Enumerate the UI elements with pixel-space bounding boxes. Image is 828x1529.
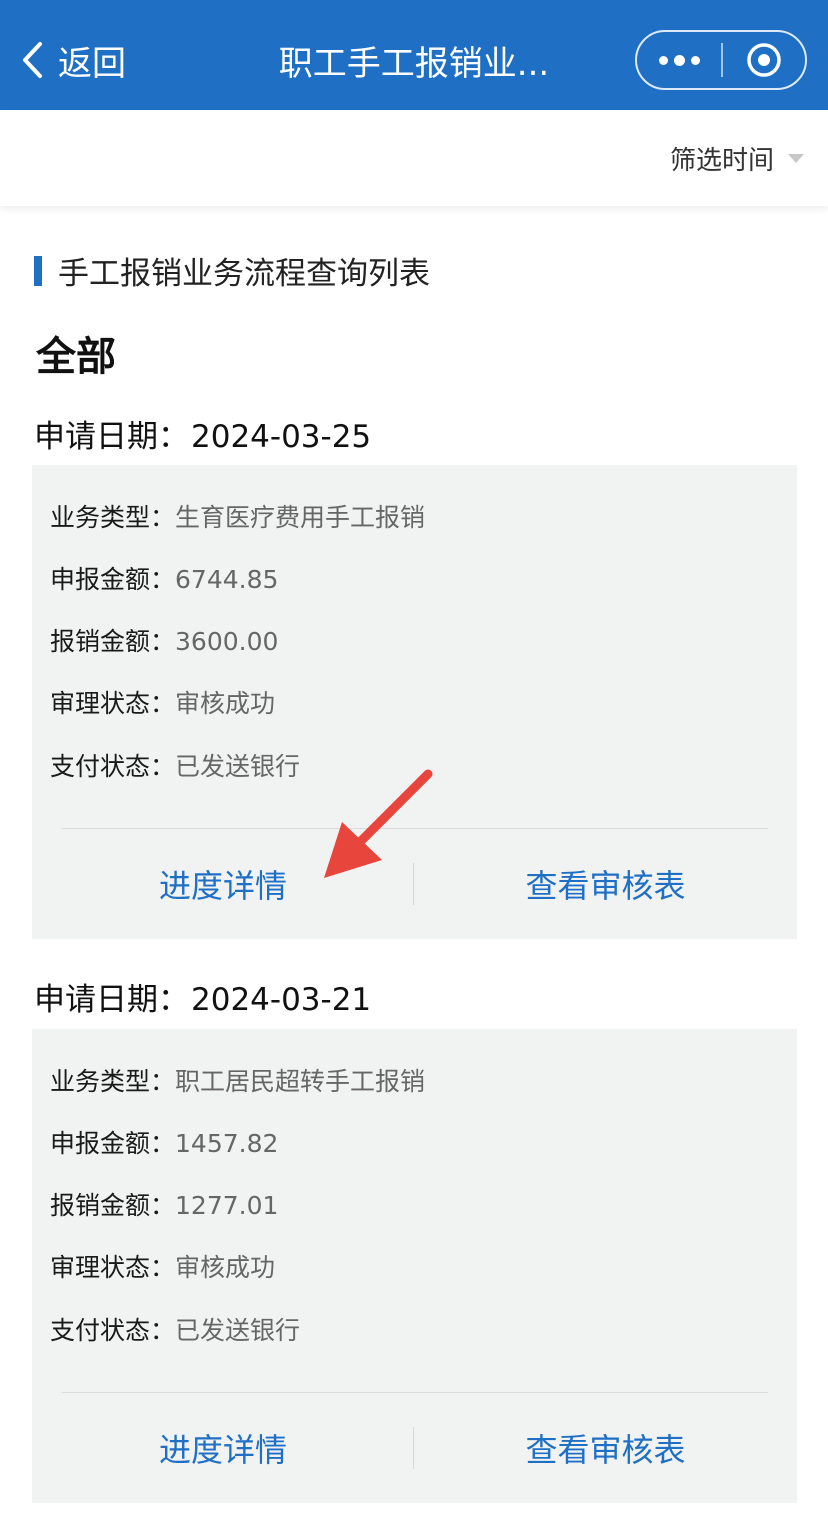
- field-key: 业务类型：: [50, 1067, 176, 1096]
- field-declared-amount: 申报金额：1457.82: [50, 1124, 278, 1160]
- field-value: 职工居民超转手工报销: [175, 1067, 426, 1096]
- apply-date-label: 申请日期：: [34, 982, 189, 1018]
- field-value: 审核成功: [175, 1253, 276, 1282]
- more-dot-icon: [690, 55, 700, 65]
- field-declared-amount: 申报金额：6744.85: [50, 560, 278, 596]
- field-value: 已发送银行: [175, 752, 301, 781]
- field-key: 报销金额：: [50, 627, 176, 656]
- field-key: 申报金额：: [50, 1129, 176, 1158]
- nav-bar: 返回 职工手工报销业...: [0, 0, 828, 110]
- field-reimbursed-amount: 报销金额：3600.00: [50, 622, 278, 658]
- section-accent-bar: [34, 255, 42, 286]
- target-close-icon: [747, 43, 781, 77]
- field-value: 6744.85: [175, 565, 279, 594]
- apply-date-row: 申请日期：2024-03-25: [34, 411, 371, 456]
- card-actions: 进度详情 查看审核表: [32, 1393, 797, 1503]
- field-payment-status: 支付状态：已发送银行: [50, 747, 300, 783]
- field-key: 报销金额：: [50, 1191, 176, 1220]
- field-value: 已发送银行: [175, 1316, 301, 1345]
- apply-date-label: 申请日期：: [34, 419, 189, 455]
- field-review-status: 审理状态：审核成功: [50, 1248, 275, 1284]
- apply-date-value: 2024-03-25: [191, 419, 372, 455]
- progress-detail-button[interactable]: 进度详情: [32, 829, 414, 939]
- filter-time-label: 筛选时间: [669, 146, 774, 176]
- close-button[interactable]: [723, 32, 805, 88]
- field-reimbursed-amount: 报销金额：1277.01: [50, 1186, 278, 1222]
- caret-down-icon: [788, 154, 804, 163]
- back-button[interactable]: 返回: [20, 34, 126, 86]
- progress-detail-button[interactable]: 进度详情: [32, 1393, 414, 1503]
- more-button[interactable]: [637, 32, 721, 88]
- field-value: 1457.82: [175, 1129, 279, 1158]
- section-header: 手工报销业务流程查询列表: [34, 248, 430, 293]
- field-key: 审理状态：: [50, 1253, 176, 1282]
- view-review-form-button[interactable]: 查看审核表: [414, 1393, 797, 1503]
- field-value: 1277.01: [175, 1191, 279, 1220]
- record-card: 业务类型：生育医疗费用手工报销 申报金额：6744.85 报销金额：3600.0…: [32, 465, 797, 939]
- filter-bar: 筛选时间: [0, 110, 828, 206]
- field-key: 审理状态：: [50, 689, 176, 718]
- more-dot-icon: [658, 55, 668, 65]
- field-payment-status: 支付状态：已发送银行: [50, 1311, 300, 1347]
- record-card: 业务类型：职工居民超转手工报销 申报金额：1457.82 报销金额：1277.0…: [32, 1029, 797, 1503]
- field-business-type: 业务类型：生育医疗费用手工报销: [50, 498, 425, 534]
- field-key: 业务类型：: [50, 503, 176, 532]
- back-label: 返回: [58, 43, 126, 84]
- field-value: 生育医疗费用手工报销: [175, 503, 426, 532]
- card-actions: 进度详情 查看审核表: [32, 829, 797, 939]
- field-review-status: 审理状态：审核成功: [50, 684, 275, 720]
- chevron-left-icon: [23, 42, 42, 78]
- section-title: 手工报销业务流程查询列表: [58, 256, 430, 292]
- group-title: 全部: [36, 334, 116, 380]
- field-value: 3600.00: [175, 627, 279, 656]
- apply-date-value: 2024-03-21: [191, 982, 372, 1018]
- mini-program-capsule: [635, 30, 807, 90]
- page-title: 职工手工报销业...: [278, 44, 550, 84]
- field-business-type: 业务类型：职工居民超转手工报销: [50, 1062, 425, 1098]
- field-key: 申报金额：: [50, 565, 176, 594]
- view-review-form-button[interactable]: 查看审核表: [414, 829, 797, 939]
- apply-date-row: 申请日期：2024-03-21: [34, 974, 371, 1019]
- filter-time-dropdown[interactable]: 筛选时间: [670, 140, 804, 177]
- field-key: 支付状态：: [50, 1316, 176, 1345]
- field-key: 支付状态：: [50, 752, 176, 781]
- more-dot-icon: [673, 54, 685, 66]
- field-value: 审核成功: [175, 689, 276, 718]
